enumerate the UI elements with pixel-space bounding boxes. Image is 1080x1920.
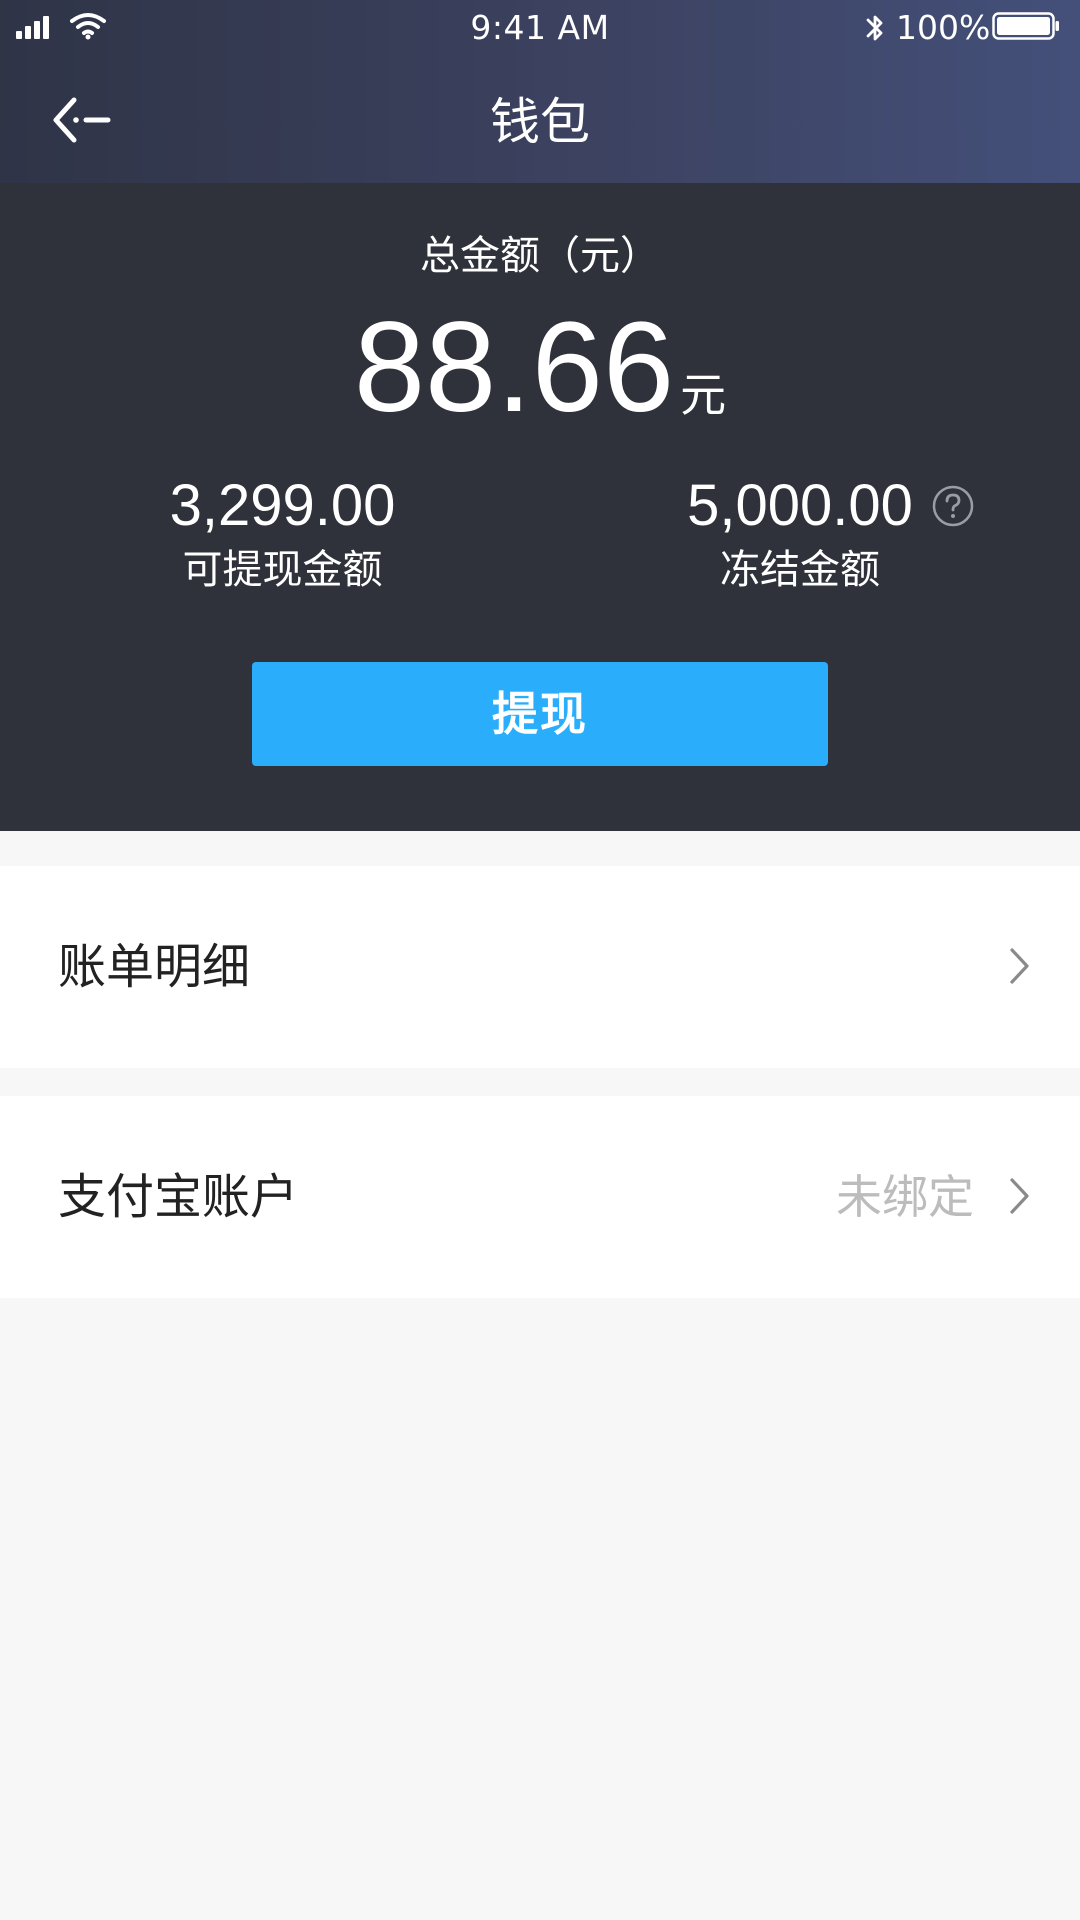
withdrawable-amount: 3,299.00 [169,473,396,538]
battery-icon [992,12,1059,40]
list-item-label: 账单明细 [58,939,251,995]
status-bar: 9:41 AM 100% [0,0,1080,54]
question-circle-icon[interactable] [932,485,974,527]
alipay-binding-status: 未绑定 [836,1170,974,1224]
nav-bar: 钱包 [0,54,1080,183]
bluetooth-icon [866,15,883,41]
withdrawable-label: 可提现金额 [182,547,383,593]
frozen-label: 冻结金额 [720,547,880,593]
chevron-right-icon [1010,1178,1029,1214]
withdraw-button[interactable]: 提现 [252,662,828,766]
page-title: 钱包 [490,93,590,151]
list-item-label: 支付宝账户 [58,1169,299,1225]
battery-percentage: 100% [896,8,991,47]
total-amount-value: 88.66 [353,296,675,439]
withdrawable-stat: 3,299.00 可提现金额 [130,473,435,595]
total-amount-unit: 元 [680,368,727,422]
chevron-right-icon [1010,948,1029,984]
list-item-alipay-account[interactable]: 支付宝账户 未绑定 [0,1096,1080,1298]
total-amount-row: 88.66 元 [0,298,1080,438]
frozen-stat: 5,000.00 冻结金额 [660,473,940,595]
wallet-summary-panel: 总金额（元） 88.66 元 3,299.00 可提现金额 5,000.00 冻结… [0,183,1080,831]
total-amount-label: 总金额（元） [420,233,660,279]
app-header: 9:41 AM 100% 钱包 [0,0,1080,183]
frozen-amount: 5,000.00 [687,473,913,538]
list-item-bill-details[interactable]: 账单明细 [0,866,1080,1068]
